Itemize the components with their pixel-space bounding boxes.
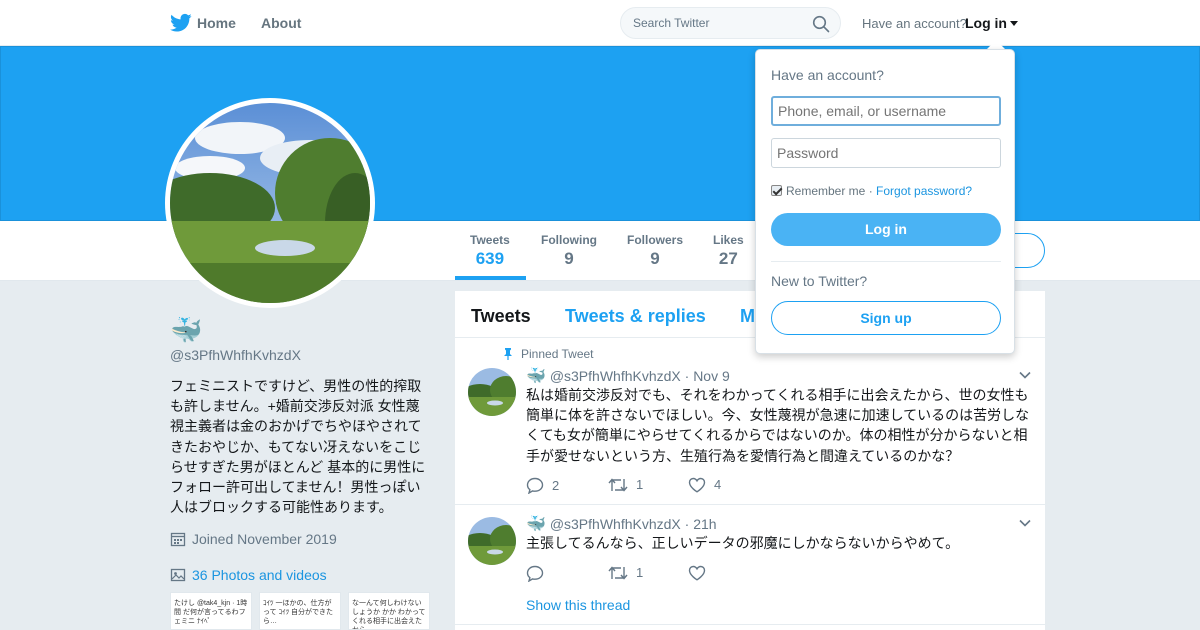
author-handle[interactable]: @s3PfhWhfhKvhzdX <box>550 516 681 532</box>
dropdown-title: Have an account? <box>771 67 884 83</box>
reply-count: 2 <box>552 478 560 493</box>
retweet-count: 1 <box>636 565 644 580</box>
media-thumbnail[interactable]: ｺｲﾂ 一ほかの、仕方がって ｺｲﾂ 自分ができたら… <box>259 592 341 630</box>
active-stat-underline <box>455 276 526 280</box>
login-dropdown: Have an account? Remember me · Forgot pa… <box>755 49 1015 354</box>
remember-label[interactable]: Remember me <box>786 184 865 198</box>
tweet-avatar[interactable] <box>468 368 516 416</box>
avatar-image <box>170 103 370 303</box>
forgot-password-link[interactable]: Forgot password? <box>876 184 972 198</box>
password-field[interactable] <box>771 138 1001 168</box>
reply-icon <box>526 477 544 495</box>
stat-label: Following <box>541 233 597 247</box>
tweet-header: 🐳 @s3PfhWhfhKvhzdX · 21h <box>526 514 717 534</box>
chevron-down-icon[interactable] <box>1019 371 1031 379</box>
stat-value: 27 <box>718 249 738 268</box>
profile-bio: フェミニストですけど、男性の性的搾取も許しません。+婚前交渉反対派 女性蔑視主義… <box>170 378 426 516</box>
signup-button[interactable]: Sign up <box>771 301 1001 335</box>
tweet-header: 🐳 @s3PfhWhfhKvhzdX · Nov 9 <box>526 366 730 386</box>
stat-following[interactable]: Following 9 <box>541 233 597 269</box>
reply-button[interactable]: 2 <box>526 477 560 495</box>
like-button[interactable]: 4 <box>688 477 721 493</box>
pinned-indicator: Pinned Tweet <box>503 347 594 361</box>
author-name[interactable]: 🐳 <box>526 368 546 385</box>
retweet-button[interactable]: 1 <box>608 565 643 581</box>
tweet-text: 私は婚前交渉反対でも、それをわかってくれる相手に出会えたから、世の女性も簡単に体… <box>526 387 1030 464</box>
stat-followers[interactable]: Followers 9 <box>627 233 683 269</box>
login-dropdown-toggle[interactable]: Log in <box>965 15 1018 31</box>
stat-value: 639 <box>475 249 505 268</box>
retweet-button[interactable]: 1 <box>608 477 643 493</box>
tweet-time[interactable]: · Nov 9 <box>685 368 730 384</box>
separator: · <box>865 184 877 198</box>
stat-likes[interactable]: Likes 27 <box>713 233 744 269</box>
tweet-time[interactable]: · 21h <box>685 516 717 532</box>
media-thumbnail[interactable]: たけし @tak4_kjn · 1時間 だ何が言ってるわフェミニ ﾅｲﾍﾟ <box>170 592 252 630</box>
stat-value: 9 <box>650 249 660 268</box>
tab-media[interactable]: M <box>740 306 755 327</box>
heart-icon <box>688 565 706 581</box>
search-placeholder: Search Twitter <box>633 16 710 30</box>
retweet-count: 1 <box>636 477 644 492</box>
reply-button[interactable] <box>526 565 552 583</box>
login-button[interactable]: Log in <box>771 213 1001 246</box>
retweet-icon <box>608 478 628 492</box>
tweet-avatar[interactable] <box>468 517 516 565</box>
search-icon[interactable] <box>812 15 830 33</box>
divider <box>771 261 1001 262</box>
joined-label: Joined November 2019 <box>192 531 337 547</box>
tweet-item[interactable]: 🐳 @s3PfhWhfhKvhzdX · 21h 主張してるんなら、正しいデータ… <box>455 505 1045 625</box>
pin-icon <box>504 348 512 360</box>
have-account-label: Have an account? <box>862 16 967 31</box>
stat-label: Likes <box>713 233 744 247</box>
heart-icon <box>688 477 706 493</box>
calendar-icon <box>170 532 186 547</box>
like-count: 4 <box>714 477 722 492</box>
twitter-bird-icon[interactable] <box>170 13 192 33</box>
show-thread-link[interactable]: Show this thread <box>526 597 630 613</box>
reply-icon <box>526 565 544 583</box>
caret-down-icon <box>1010 21 1018 26</box>
stat-label: Tweets <box>470 233 510 247</box>
top-navigation: Home About Search Twitter Have an accoun… <box>0 0 1200 46</box>
tweet-text: 主張してるんなら、正しいデータの邪魔にしかならないからやめて。 <box>526 535 960 551</box>
tab-tweets[interactable]: Tweets <box>471 306 531 327</box>
stat-tweets[interactable]: Tweets 639 <box>470 233 510 269</box>
search-input[interactable]: Search Twitter <box>620 7 841 39</box>
tab-tweets-replies[interactable]: Tweets & replies <box>565 306 706 327</box>
media-thumbnail[interactable]: な一んて何しわけないしょうか かか わかってくれる相手に出会えたから <box>348 592 430 630</box>
like-button[interactable] <box>688 565 714 581</box>
pinned-label: Pinned Tweet <box>521 347 594 361</box>
profile-handle[interactable]: @s3PfhWhfhKvhzdX <box>170 347 301 363</box>
nav-about-link[interactable]: About <box>261 15 301 31</box>
remember-row: Remember me · Forgot password? <box>771 184 972 198</box>
author-handle[interactable]: @s3PfhWhfhKvhzdX <box>550 368 681 384</box>
photo-icon <box>170 568 186 582</box>
stat-label: Followers <box>627 233 684 247</box>
new-to-twitter-label: New to Twitter? <box>771 273 868 289</box>
profile-name-emoji: 🐳 <box>170 315 203 345</box>
username-field[interactable] <box>771 96 1001 126</box>
nav-home-link[interactable]: Home <box>197 15 236 31</box>
login-toggle-label: Log in <box>965 15 1007 31</box>
profile-avatar[interactable] <box>165 98 375 308</box>
remember-me-checkbox[interactable] <box>771 185 782 196</box>
author-name[interactable]: 🐳 <box>526 516 546 533</box>
retweet-icon <box>608 566 628 580</box>
stat-value: 9 <box>564 249 574 268</box>
joined-date: Joined November 2019 <box>170 531 337 547</box>
chevron-down-icon[interactable] <box>1019 519 1031 527</box>
photos-videos-link[interactable]: 36 Photos and videos <box>170 567 327 583</box>
tweet-item[interactable]: Pinned Tweet 🐳 @s3PfhWhfhKvhzdX · Nov 9 … <box>455 339 1045 505</box>
photos-link-label: 36 Photos and videos <box>192 567 327 583</box>
